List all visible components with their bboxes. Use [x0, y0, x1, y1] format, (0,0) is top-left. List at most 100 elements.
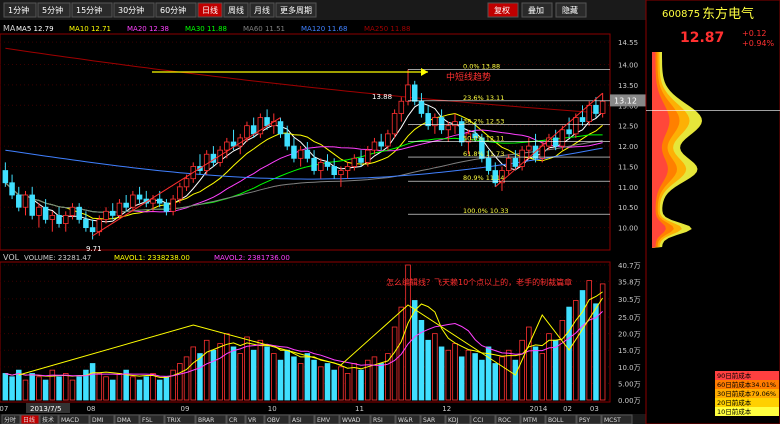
candle-body[interactable] — [76, 206, 82, 220]
volume-bar[interactable] — [432, 333, 438, 401]
candle-body[interactable] — [230, 141, 237, 147]
volume-bar[interactable] — [42, 379, 49, 401]
candle-body[interactable] — [304, 149, 311, 159]
volume-bar[interactable] — [109, 379, 116, 401]
volume-bar[interactable] — [438, 346, 445, 401]
candle-body[interactable] — [378, 141, 384, 147]
volume-bar[interactable] — [163, 376, 170, 401]
candle-body[interactable] — [284, 133, 290, 147]
volume-bar[interactable] — [311, 359, 317, 401]
volume-bar[interactable] — [338, 366, 344, 401]
candle-body[interactable] — [89, 227, 96, 233]
volume-bar[interactable] — [539, 353, 545, 401]
volume-bar[interactable] — [130, 376, 136, 401]
candle-body[interactable] — [573, 117, 579, 135]
volume-bar[interactable] — [559, 319, 566, 401]
volume-bar[interactable] — [573, 300, 579, 401]
volume-bar[interactable] — [136, 379, 143, 401]
candle-body[interactable] — [250, 125, 257, 135]
volume-bar[interactable] — [452, 343, 458, 401]
candle-body[interactable] — [96, 219, 103, 233]
candle-body[interactable] — [136, 194, 143, 200]
candle-body[interactable] — [485, 157, 492, 171]
candle-body[interactable] — [405, 84, 411, 102]
candle-body[interactable] — [170, 198, 176, 212]
candle-body[interactable] — [358, 157, 364, 163]
volume-bar[interactable] — [479, 359, 485, 401]
candle-body[interactable] — [63, 214, 69, 224]
candle-body[interactable] — [56, 214, 62, 224]
candle-body[interactable] — [398, 100, 405, 114]
candle-body[interactable] — [83, 219, 89, 229]
candle-body[interactable] — [163, 202, 170, 212]
volume-bar[interactable] — [89, 363, 96, 401]
candle-body[interactable] — [36, 206, 42, 216]
candle-body[interactable] — [452, 121, 458, 127]
candle-body[interactable] — [552, 137, 559, 147]
volume-bar[interactable] — [9, 376, 15, 401]
volume-bar[interactable] — [445, 349, 452, 401]
volume-bar[interactable] — [2, 373, 9, 401]
candle-body[interactable] — [331, 166, 337, 176]
candle-body[interactable] — [177, 186, 183, 200]
volume-bar[interactable] — [264, 346, 270, 401]
candle-body[interactable] — [297, 149, 304, 159]
volume-bar[interactable] — [351, 363, 358, 401]
volume-bar[interactable] — [318, 366, 324, 401]
candle-body[interactable] — [244, 125, 250, 139]
volume-bar[interactable] — [344, 373, 351, 401]
volume-bar[interactable] — [96, 373, 103, 401]
candle-body[interactable] — [103, 210, 109, 220]
volume-bar[interactable] — [156, 379, 163, 401]
volume-bar[interactable] — [579, 290, 586, 401]
candle-body[interactable] — [599, 100, 606, 114]
candle-body[interactable] — [338, 170, 344, 176]
volume-bar[interactable] — [324, 363, 331, 401]
volume-bar[interactable] — [143, 376, 150, 401]
volume-bar[interactable] — [284, 349, 290, 401]
candle-body[interactable] — [425, 113, 431, 127]
volume-bar[interactable] — [277, 359, 284, 401]
candle-body[interactable] — [123, 202, 129, 208]
volume-bar[interactable] — [177, 363, 183, 401]
volume-bar[interactable] — [458, 356, 465, 401]
candle-body[interactable] — [586, 104, 592, 123]
candle-body[interactable] — [42, 206, 49, 220]
candle-body[interactable] — [579, 117, 586, 123]
volume-bar[interactable] — [237, 353, 243, 401]
candle-body[interactable] — [351, 157, 358, 167]
volume-bar[interactable] — [291, 356, 297, 401]
volume-bar[interactable] — [190, 346, 197, 401]
volume-bar[interactable] — [492, 363, 499, 401]
volume-bar[interactable] — [526, 326, 532, 401]
candle-body[interactable] — [593, 104, 599, 114]
candle-body[interactable] — [365, 149, 371, 163]
candle-body[interactable] — [526, 145, 532, 151]
candle-body[interactable] — [418, 100, 425, 114]
candle-body[interactable] — [109, 210, 116, 216]
candle-body[interactable] — [344, 166, 351, 171]
candle-body[interactable] — [438, 117, 445, 131]
volume-bar[interactable] — [22, 379, 29, 401]
volume-bar[interactable] — [566, 306, 572, 401]
volume-bar[interactable] — [499, 356, 505, 401]
volume-bar[interactable] — [532, 346, 539, 401]
candle-body[interactable] — [150, 198, 156, 204]
volume-bar[interactable] — [411, 300, 418, 401]
volume-bar[interactable] — [331, 369, 337, 401]
candle-body[interactable] — [69, 206, 76, 216]
volume-bar[interactable] — [546, 333, 552, 401]
volume-bar[interactable] — [210, 349, 217, 401]
candle-body[interactable] — [559, 129, 566, 147]
volume-bar[interactable] — [103, 376, 109, 401]
volume-bar[interactable] — [150, 373, 156, 401]
volume-bar[interactable] — [512, 359, 519, 401]
volume-bar[interactable] — [217, 343, 223, 401]
volume-bar[interactable] — [56, 376, 62, 401]
candle-body[interactable] — [566, 129, 572, 135]
candle-body[interactable] — [505, 157, 512, 171]
candle-body[interactable] — [371, 141, 378, 151]
candle-body[interactable] — [385, 133, 391, 147]
volume-bar[interactable] — [304, 353, 311, 401]
candle-body[interactable] — [291, 145, 297, 159]
